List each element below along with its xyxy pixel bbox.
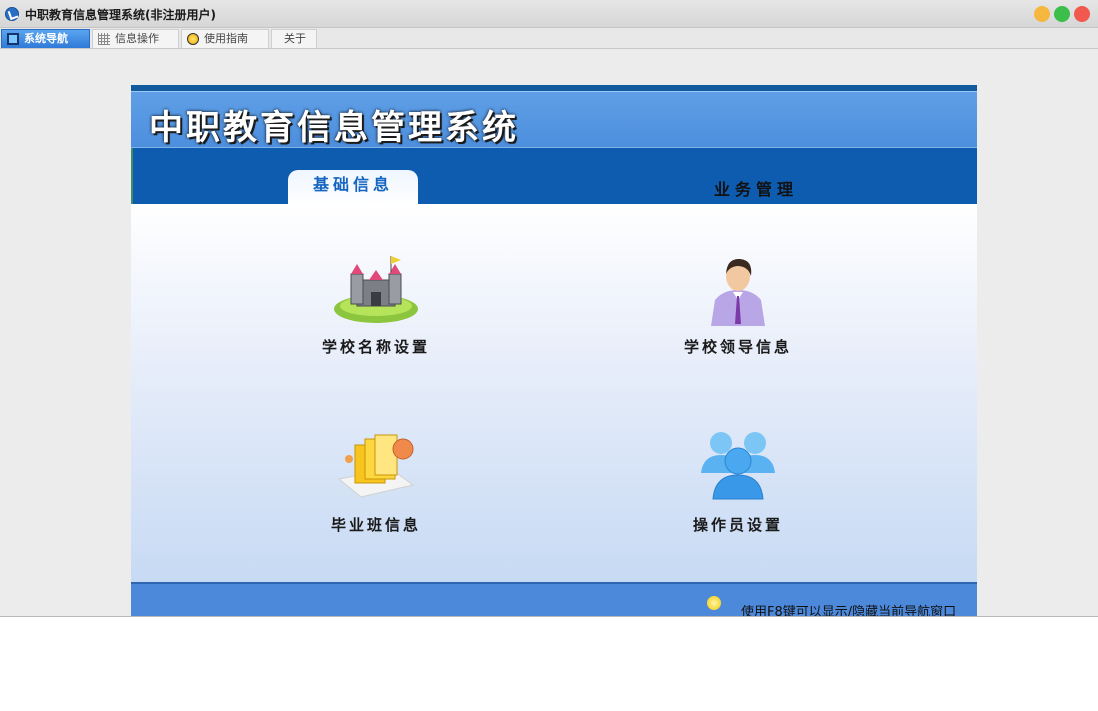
main-panel: 中职教育信息管理系统 基础信息 业务管理 学校名称设置 学校领导信息 毕业班信息… [131, 85, 977, 617]
item-label: 学校名称设置 [321, 338, 430, 356]
app-window: 中职教育信息管理系统(非注册用户) 系统导航 信息操作 使用指南 关于 中职教育… [0, 0, 1098, 617]
operator-settings-button[interactable]: 操作员设置 [628, 432, 848, 547]
tab-label: 信息操作 [115, 32, 159, 45]
tab-bar: 系统导航 信息操作 使用指南 关于 [0, 28, 1098, 49]
item-label: 操作员设置 [692, 516, 783, 534]
maximize-button[interactable] [1054, 6, 1070, 22]
footer-tip: 使用F8键可以显示/隐藏当前导航窗口 [741, 605, 957, 617]
close-button[interactable] [1074, 6, 1090, 22]
tab-basic-info[interactable]: 基础信息 [288, 170, 418, 205]
monitor-icon [7, 33, 19, 45]
tab-business[interactable]: 业务管理 [691, 176, 821, 206]
window-title: 中职教育信息管理系统(非注册用户) [25, 8, 216, 22]
tab-about[interactable]: 关于 [271, 29, 317, 48]
app-logo-icon [5, 7, 19, 21]
tab-label: 使用指南 [204, 32, 248, 45]
lightbulb-icon [707, 596, 721, 610]
function-panel: 学校名称设置 学校领导信息 毕业班信息 操作员设置 [131, 204, 977, 582]
tab-system-nav[interactable]: 系统导航 [1, 29, 90, 48]
folders-icon [337, 434, 415, 498]
grid-icon [98, 33, 110, 45]
tab-info-ops[interactable]: 信息操作 [92, 29, 179, 48]
item-label: 毕业班信息 [330, 516, 421, 534]
tab-label: 系统导航 [24, 32, 68, 45]
banner: 中职教育信息管理系统 [131, 91, 977, 148]
status-footer: 使用F8键可以显示/隐藏当前导航窗口 [131, 582, 977, 617]
school-leader-info-button[interactable]: 学校领导信息 [628, 254, 848, 364]
graduating-class-info-button[interactable]: 毕业班信息 [266, 434, 486, 547]
school-name-settings-button[interactable]: 学校名称设置 [266, 254, 486, 364]
banner-title: 中职教育信息管理系统 [149, 108, 519, 148]
lightbulb-icon [187, 33, 199, 45]
module-nav: 基础信息 业务管理 [131, 147, 977, 206]
tab-guide[interactable]: 使用指南 [181, 29, 269, 48]
leader-icon [711, 258, 765, 326]
minimize-button[interactable] [1034, 6, 1050, 22]
castle-icon [334, 256, 418, 323]
item-label: 学校领导信息 [683, 338, 792, 356]
title-bar[interactable]: 中职教育信息管理系统(非注册用户) [0, 0, 1098, 28]
users-icon [701, 432, 775, 500]
tab-label: 关于 [284, 32, 306, 45]
